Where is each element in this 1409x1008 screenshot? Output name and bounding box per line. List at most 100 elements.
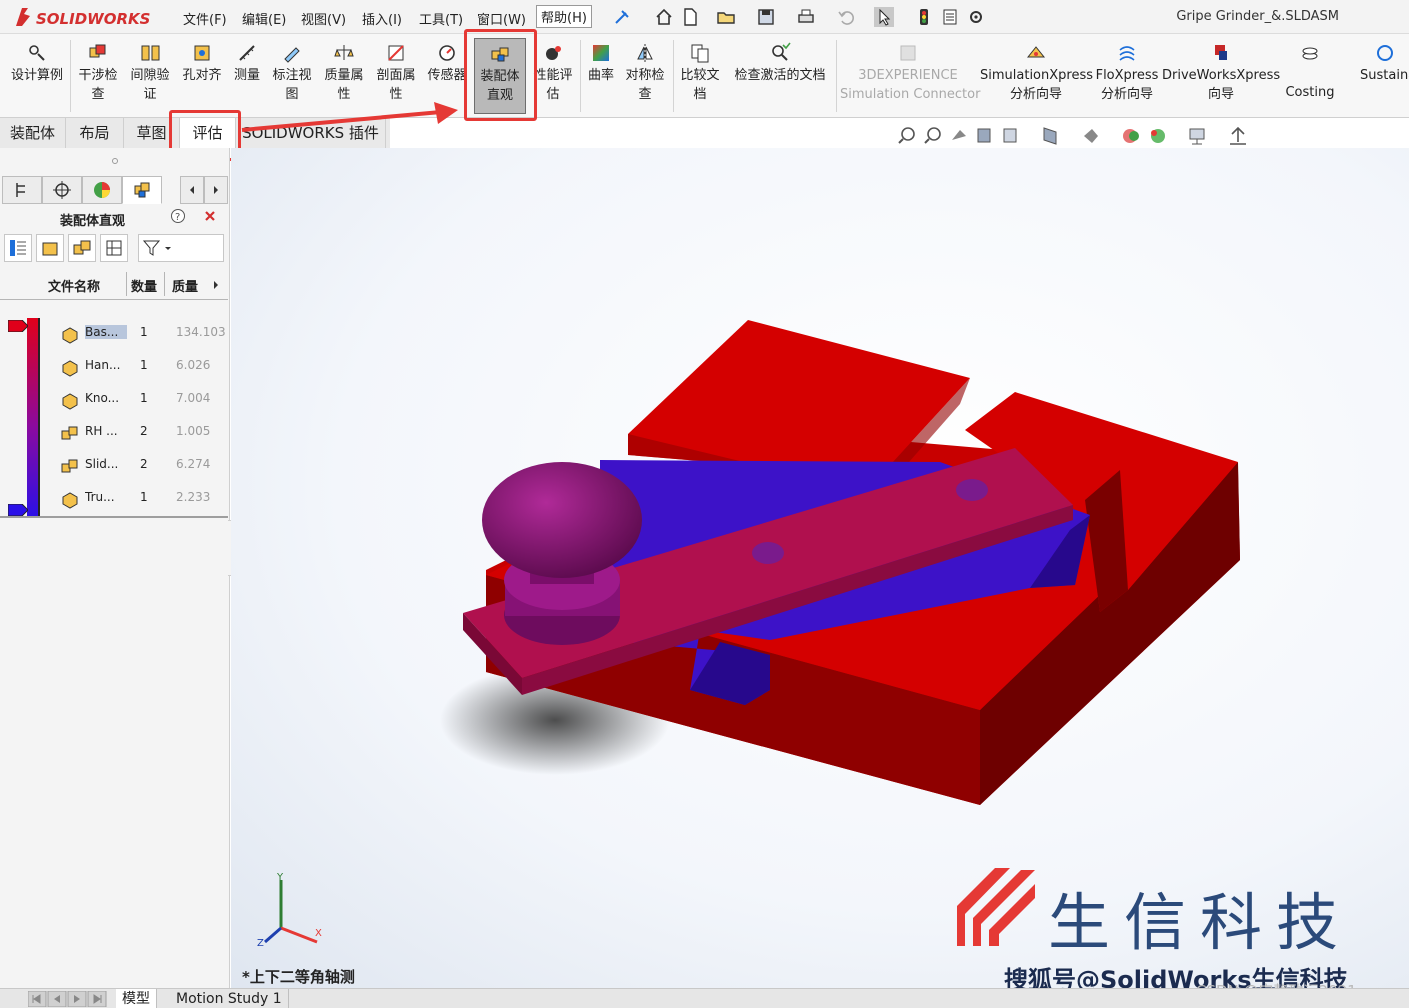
list-item[interactable]: Kno... 1 7.004 [0,384,228,417]
brand-watermark: 生信科技 [1048,886,1353,959]
new-document-icon[interactable] [680,7,700,27]
part-display-button[interactable] [36,234,64,262]
filter-dropdown[interactable] [138,234,224,262]
tab-assembly-visualization[interactable] [122,176,162,204]
component-name: Kno... [85,391,120,405]
tab-scroll-right[interactable] [204,176,228,204]
mass-properties-button[interactable]: 质量属 性 [320,42,368,104]
curvature-icon [593,45,609,61]
tab-property-manager[interactable] [42,176,82,204]
traffic-light-icon[interactable] [914,7,934,27]
svg-text:?: ? [175,212,180,223]
column-header-quantity[interactable]: 数量 [131,276,157,295]
clearance-button[interactable]: 间隙验 证 [126,42,174,104]
knob-part [482,462,642,645]
menu-tools[interactable]: 工具(T) [419,9,463,28]
graphics-area[interactable]: Y X Z [231,148,1409,988]
interference-button[interactable]: 干涉检 查 [74,42,122,104]
floxpress-button[interactable]: FloXpress 分析向导 [1094,42,1160,104]
column-header-mass[interactable]: 质量 [172,276,198,295]
menu-file[interactable]: 文件(F) [183,9,227,28]
home-icon[interactable] [654,7,674,27]
solidworks-logo[interactable]: SOLIDWORKS [14,4,154,30]
tab-motion-study[interactable]: Motion Study 1 [170,989,289,1008]
mass-properties-icon [334,45,354,60]
assembly-model[interactable] [231,148,1409,988]
coordinate-triad[interactable]: Y X Z [255,872,335,952]
component-mass: 1.005 [176,424,211,438]
panel-grip[interactable] [0,156,230,166]
select-pointer-icon[interactable] [874,7,894,27]
component-quantity: 1 [140,490,148,504]
apply-scene-icon [1189,128,1205,145]
symmetry-check-button[interactable]: 对称检 查 [620,42,670,104]
column-separator[interactable] [126,272,127,296]
property-manager-panel: 装配体直观 ? 文件名称 数量 质量 Bas... 1 134.103 Han.… [0,148,230,988]
compare-documents-button[interactable]: 比较文 档 [676,42,724,104]
clearance-icon [141,45,160,61]
section-properties-button[interactable]: 剖面属 性 [372,42,420,104]
menu-help[interactable]: 帮助(H) [536,5,592,28]
list-item[interactable]: RH ... 2 1.005 [0,417,228,450]
component-name: Bas... [85,325,127,339]
view-orientation-icon [1043,127,1057,145]
help-icon[interactable]: ? [170,208,186,224]
check-document-icon [772,42,791,61]
column-display-button[interactable] [100,234,128,262]
driveworksxpress-button[interactable]: DriveWorksXpress 向导 [1162,42,1280,104]
design-study-button[interactable]: 设计算例 [6,42,68,85]
list-item[interactable]: Bas... 1 134.103 [0,318,228,351]
tab-assembly[interactable]: 装配体 [0,118,66,148]
list-item[interactable]: Han... 1 6.026 [0,351,228,384]
sort-list-button[interactable] [4,234,32,262]
list-item[interactable]: Tru... 1 2.233 [0,483,228,516]
section-properties-icon [388,45,404,61]
print-icon[interactable] [796,7,816,27]
component-mass: 134.103 [176,325,226,339]
undo-icon[interactable] [836,7,856,27]
menu-view[interactable]: 视图(V) [301,9,346,28]
3dexperience-simulation-connector-button[interactable]: 3DEXPERIENCE Simulation Connector [840,42,980,104]
save-icon[interactable] [756,7,776,27]
simxpress-icon [1026,46,1046,58]
tab-display-manager[interactable] [82,176,122,204]
hole-alignment-icon [194,45,210,61]
view-orientation-label: *上下二等角轴测 [242,968,355,986]
tab-navigation-arrows[interactable] [28,991,108,1007]
heads-up-view-toolbar[interactable] [896,124,1256,148]
sustainability-button[interactable]: Sustaina [1360,42,1409,85]
tab-layout[interactable]: 布局 [66,118,124,148]
assembly-display-button[interactable] [68,234,96,262]
pin-icon[interactable] [612,7,632,27]
tab-scroll-left[interactable] [180,176,204,204]
markup-view-button[interactable]: 标注视 图 [268,42,316,104]
crosshair-icon [53,181,71,199]
simulationxpress-button[interactable]: SimulationXpress 分析向导 [980,42,1093,104]
component-mass: 6.026 [176,358,211,372]
column-header-file-name[interactable]: 文件名称 [48,276,100,295]
list-item[interactable]: Slid... 2 6.274 [0,450,228,483]
check-active-document-button[interactable]: 检查激活的文档 [728,42,832,85]
component-quantity: 1 [140,325,148,339]
chevron-right-icon[interactable] [212,280,220,290]
gear-icon[interactable] [966,7,986,27]
markup-icon [284,47,300,63]
highlight-assembly-visualization [464,29,537,121]
dynamic-annotation-icon [1003,128,1017,143]
tab-model[interactable]: 模型 [116,989,157,1008]
file-properties-icon[interactable] [940,7,960,27]
measure-button[interactable]: 测量 [228,42,266,85]
tab-feature-manager[interactable] [2,176,42,204]
menu-insert[interactable]: 插入(I) [362,9,402,28]
section-view-icon [977,128,991,143]
close-icon[interactable] [202,208,218,224]
open-folder-icon[interactable] [716,7,736,27]
column-separator[interactable] [164,272,165,296]
view-settings-icon [1230,126,1246,145]
curvature-button[interactable]: 曲率 [584,42,618,85]
hole-alignment-button[interactable]: 孔对齐 [178,42,226,85]
interference-icon [89,44,106,58]
menu-window[interactable]: 窗口(W) [477,9,526,28]
costing-button[interactable]: Costing [1282,42,1338,102]
menu-edit[interactable]: 编辑(E) [242,9,286,28]
